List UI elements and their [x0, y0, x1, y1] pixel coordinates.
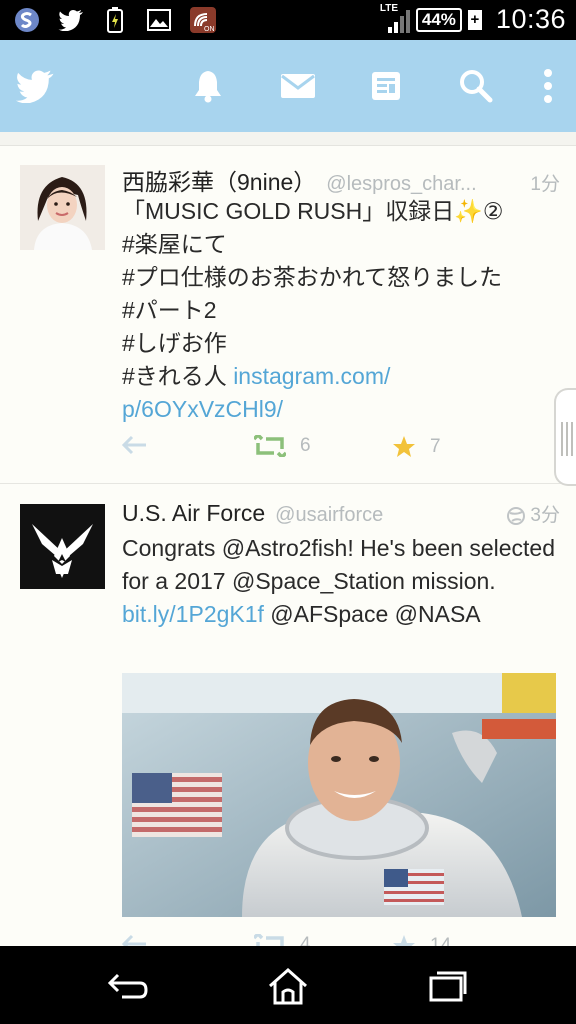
battery-plus-icon: +: [467, 9, 482, 30]
avatar[interactable]: [20, 165, 105, 250]
svg-text:ON: ON: [204, 26, 215, 33]
side-drawer-handle[interactable]: [554, 388, 576, 486]
tweet-text: 「MUSIC GOLD RUSH」収録日✨② #楽屋にて #プロ仕様のお茶おかれ…: [122, 195, 560, 426]
favorite-button[interactable]: 7: [392, 435, 441, 459]
notifications-bell-icon[interactable]: [188, 66, 228, 106]
nfc-on-icon: ON: [188, 5, 218, 35]
favorite-count: 7: [430, 436, 441, 457]
tweet-text-mentions: @AFSpace @NASA: [263, 601, 481, 627]
twitter-icon: [56, 5, 86, 35]
avatar[interactable]: [20, 504, 105, 589]
overflow-menu-icon[interactable]: [528, 66, 568, 106]
s-app-icon: [12, 5, 42, 35]
retweet-count: 6: [300, 435, 311, 456]
search-icon[interactable]: [456, 66, 496, 106]
battery-percent: 44%: [421, 9, 456, 29]
tweet-author-name[interactable]: 西脇彩華（9nine）: [122, 163, 316, 197]
home-button[interactable]: [266, 964, 310, 1008]
timeline-top-gap: [0, 132, 576, 146]
status-clock: 10:36: [495, 4, 566, 34]
globe-icon: [507, 507, 526, 525]
tweet-photo[interactable]: [122, 673, 556, 917]
home-icon: [269, 967, 307, 1005]
tweet-text-body: 「MUSIC GOLD RUSH」収録日✨② #楽屋にて #プロ仕様のお茶おかれ…: [122, 198, 504, 389]
tweet-timestamp: 3分: [530, 505, 560, 526]
tweet-card[interactable]: U.S. Air Force @usairforce 3分 Congrats @…: [0, 484, 576, 956]
tweet-text-body: Congrats @Astro2fish! He's been selected…: [122, 535, 562, 594]
tweet-card[interactable]: 西脇彩華（9nine） @lespros_char... 1分 「MUSIC G…: [0, 147, 576, 481]
back-icon: [107, 973, 148, 999]
back-button[interactable]: [106, 964, 150, 1008]
twitter-bird-icon[interactable]: [14, 66, 56, 106]
tweet-timestamp: 1分: [530, 174, 560, 195]
tweet-text: Congrats @Astro2fish! He's been selected…: [122, 532, 560, 631]
tweet-author-handle[interactable]: @usairforce: [275, 504, 500, 527]
tweet-author-name[interactable]: U.S. Air Force: [122, 500, 265, 527]
messages-envelope-icon[interactable]: [278, 66, 318, 106]
navigation-bar: [0, 946, 576, 1024]
status-bar: ON LTE 44% + 10:36: [0, 0, 576, 40]
reply-button[interactable]: [122, 435, 148, 455]
tweet-link[interactable]: bit.ly/1P2gK1f: [122, 601, 264, 627]
reply-icon: [122, 435, 146, 455]
retweet-button[interactable]: 6: [254, 435, 311, 457]
retweet-icon: [254, 435, 286, 457]
battery-indicator: 44%: [415, 7, 462, 32]
tweet-author-handle[interactable]: @lespros_char...: [326, 173, 522, 196]
battery-charging-icon: [100, 5, 130, 35]
lists-icon[interactable]: [366, 66, 406, 106]
signal-icon: LTE: [380, 3, 410, 35]
recent-apps-button[interactable]: [426, 964, 470, 1008]
star-icon: [393, 436, 415, 457]
app-bar: [0, 40, 576, 132]
image-icon: [144, 5, 174, 35]
recent-apps-icon: [429, 971, 467, 1002]
